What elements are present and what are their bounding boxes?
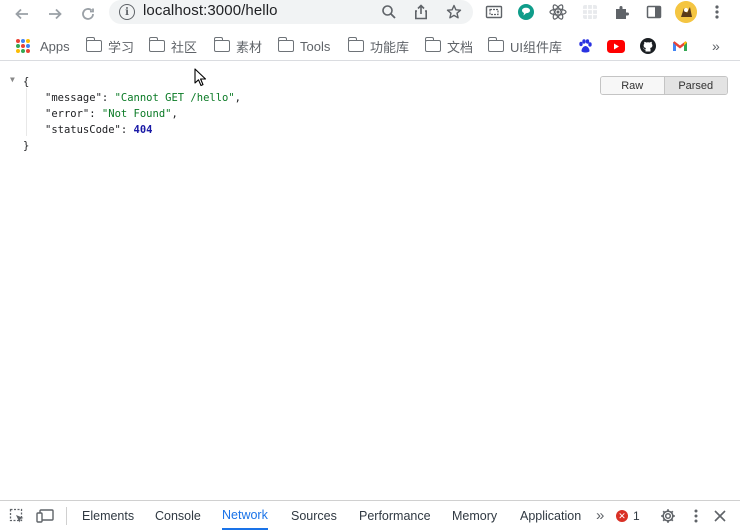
folder-icon xyxy=(148,37,165,52)
json-entry-message: "message": "Cannot GET /hello", xyxy=(45,90,241,106)
bookmark-folder-community[interactable]: 社区 xyxy=(148,37,198,55)
bookmark-folder-assets[interactable]: 素材 xyxy=(213,37,263,55)
folder-icon xyxy=(85,37,102,52)
json-sep: : xyxy=(89,108,102,120)
bookmark-label: 学习 xyxy=(108,39,135,55)
apps-grid-icon xyxy=(16,39,30,53)
json-tail: , xyxy=(171,108,178,120)
react-devtools-icon[interactable] xyxy=(548,2,568,22)
url-text[interactable]: localhost:3000/hello xyxy=(143,2,278,19)
json-tail: , xyxy=(234,92,241,104)
folder-icon xyxy=(277,37,294,52)
error-count-badge[interactable]: ✕ 1 xyxy=(616,509,640,523)
json-sep: : xyxy=(120,124,134,136)
close-devtools-icon[interactable] xyxy=(710,506,730,526)
bookmark-label: 功能库 xyxy=(370,39,410,55)
json-number-value: 404 xyxy=(133,124,153,136)
bookmark-label: UI组件库 xyxy=(510,39,563,55)
devtools-menu-icon[interactable] xyxy=(686,506,706,526)
bookmark-folder-ui-components[interactable]: UI组件库 xyxy=(487,37,563,55)
folder-icon xyxy=(347,37,364,52)
bookmarks-bar: Apps 学习 社区 素材 Tools 功能库 文档 UI组件库 » xyxy=(0,31,740,61)
device-toolbar-icon[interactable] xyxy=(35,506,55,526)
json-key: "error" xyxy=(45,108,90,120)
tab-performance[interactable]: Performance xyxy=(359,501,431,530)
tab-application[interactable]: Application xyxy=(520,501,581,530)
json-string-value: "Not Found" xyxy=(101,108,172,120)
json-sep: : xyxy=(101,92,115,104)
folder-icon xyxy=(424,37,441,52)
page-content: ▼ { "message": "Cannot GET /hello", "err… xyxy=(0,62,740,499)
bookmark-folder-libraries[interactable]: 功能库 xyxy=(347,37,410,55)
back-arrow-icon xyxy=(15,8,28,20)
baidu-paw-icon[interactable] xyxy=(576,38,594,54)
json-entry-error: "error": "Not Found", xyxy=(45,106,178,122)
tab-sources[interactable]: Sources xyxy=(291,501,337,530)
back-button[interactable] xyxy=(11,3,33,25)
address-bar[interactable]: i localhost:3000/hello xyxy=(109,0,473,24)
bookmark-label: 社区 xyxy=(171,39,198,55)
json-string-value: "Cannot GET /hello" xyxy=(114,92,235,104)
tab-memory[interactable]: Memory xyxy=(452,501,497,530)
bookmark-folder-docs[interactable]: 文档 xyxy=(424,37,474,55)
json-close-brace: } xyxy=(23,140,30,152)
side-panel-icon[interactable] xyxy=(644,2,664,22)
error-icon: ✕ xyxy=(616,510,628,522)
indent-guide xyxy=(26,88,27,136)
grid-extension-icon[interactable] xyxy=(580,2,600,22)
browser-toolbar: i localhost:3000/hello xyxy=(0,0,740,30)
bookmark-star-icon[interactable] xyxy=(444,2,464,22)
zoom-search-icon[interactable] xyxy=(379,2,399,22)
error-count: 1 xyxy=(633,509,640,523)
profile-avatar[interactable] xyxy=(675,1,697,23)
forward-arrow-icon xyxy=(49,8,62,20)
bookmark-apps[interactable]: Apps xyxy=(16,38,70,54)
bookmark-label: 素材 xyxy=(236,39,263,55)
raw-button[interactable]: Raw xyxy=(601,77,664,94)
parsed-button[interactable]: Parsed xyxy=(663,77,727,94)
collapse-triangle-icon[interactable]: ▼ xyxy=(10,72,15,88)
tab-console[interactable]: Console xyxy=(155,501,201,530)
toolbar-divider xyxy=(66,507,67,525)
folder-icon xyxy=(213,37,230,52)
raw-parsed-toggle: Raw Parsed xyxy=(600,76,728,95)
reload-button[interactable] xyxy=(77,3,99,25)
more-tabs-button[interactable]: » xyxy=(596,501,604,530)
json-entry-status-code: "statusCode": 404 xyxy=(45,122,152,138)
bookmark-label: 文档 xyxy=(447,39,474,55)
share-icon[interactable] xyxy=(411,2,431,22)
tab-elements[interactable]: Elements xyxy=(82,501,134,530)
bookmark-label: Tools xyxy=(300,38,331,54)
bookmark-folder-study[interactable]: 学习 xyxy=(85,37,135,55)
folder-icon xyxy=(487,37,504,52)
json-key: "statusCode" xyxy=(45,124,121,136)
extensions-puzzle-icon[interactable] xyxy=(612,2,632,22)
youtube-icon[interactable] xyxy=(607,38,625,54)
settings-gear-icon[interactable] xyxy=(658,506,678,526)
json-key: "message" xyxy=(45,92,102,104)
bookmarks-overflow-button[interactable]: » xyxy=(712,38,720,54)
gmail-icon[interactable] xyxy=(671,38,689,54)
screenshot-extension-icon[interactable] xyxy=(484,2,504,22)
devtools-tab-bar: Elements Console Network Sources Perform… xyxy=(0,500,740,530)
browser-menu-icon[interactable] xyxy=(707,2,727,22)
tab-network[interactable]: Network xyxy=(222,501,268,530)
bookmark-label: Apps xyxy=(40,38,70,54)
site-info-icon[interactable]: i xyxy=(119,4,135,20)
bookmark-folder-tools[interactable]: Tools xyxy=(277,37,331,54)
github-icon[interactable] xyxy=(639,38,657,54)
forward-button[interactable] xyxy=(44,3,66,25)
inspect-element-icon[interactable] xyxy=(7,506,27,526)
mouse-cursor-icon xyxy=(194,68,207,87)
reload-icon xyxy=(82,8,94,20)
chat-extension-icon[interactable] xyxy=(516,2,536,22)
